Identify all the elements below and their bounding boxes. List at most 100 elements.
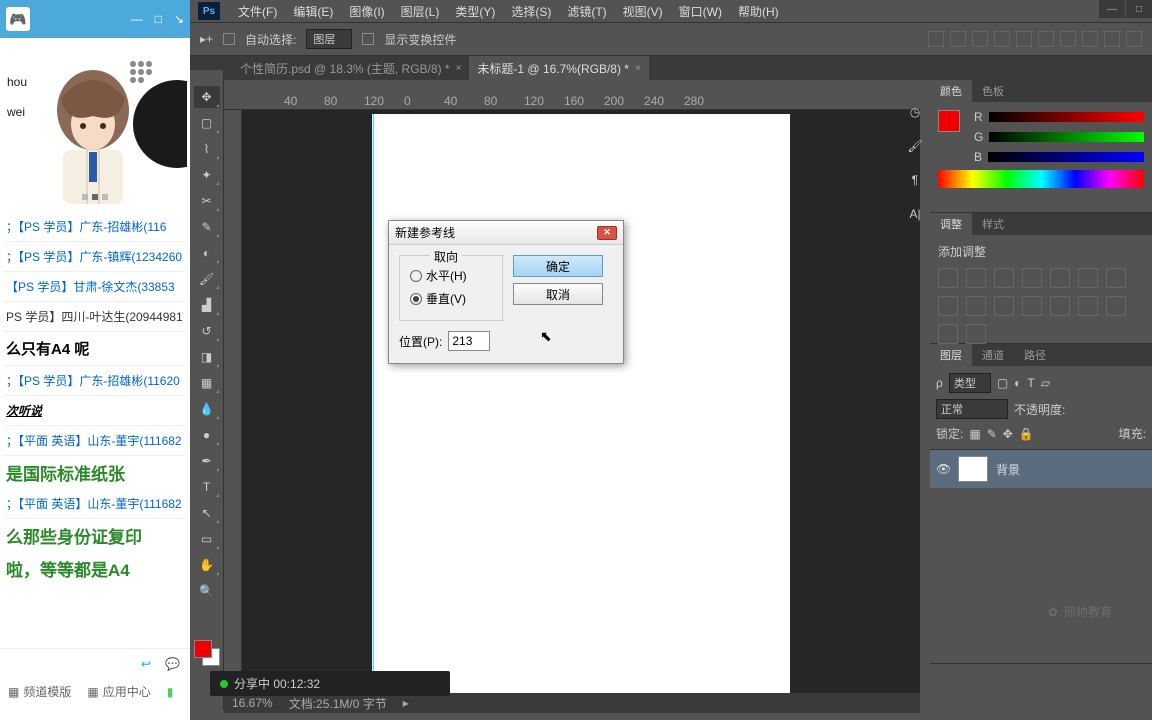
char-panel-icon[interactable]: ¶ [905,170,925,190]
adj-icon[interactable] [1050,296,1070,316]
align-icon[interactable] [972,31,988,47]
vertical-guide[interactable] [373,114,374,699]
blur-tool[interactable]: 💧 [194,398,220,420]
chat-icon[interactable]: 💬 [165,657,180,671]
adj-icon[interactable] [1022,268,1042,288]
layers-tab[interactable]: 图层 [930,344,972,366]
lock-position-icon[interactable]: ✎ [987,427,997,441]
marquee-tool[interactable]: ▢ [194,112,220,134]
transform-checkbox[interactable] [362,33,374,45]
visibility-icon[interactable]: 👁 [936,462,950,476]
layer-background[interactable]: 👁 背景 [930,450,1152,488]
history-icon[interactable]: ◷ [905,102,925,122]
align-icon[interactable] [928,31,944,47]
b-slider[interactable] [988,152,1144,162]
path-tool[interactable]: ↖ [194,502,220,524]
adj-icon[interactable] [966,268,986,288]
adj-icon[interactable] [938,324,958,344]
minimize-icon[interactable]: — [131,12,143,26]
status-arrow-icon[interactable]: ▸ [403,696,409,710]
foreground-color[interactable] [194,640,212,658]
position-input[interactable] [448,331,490,351]
menu-item[interactable]: 类型(Y) [447,3,503,20]
reply-icon[interactable]: ↩ [141,657,151,671]
shape-tool[interactable]: ▭ [194,528,220,550]
menu-item[interactable]: 视图(V) [615,3,671,20]
healing-tool[interactable]: ◐ [194,242,220,264]
adj-icon[interactable] [1106,268,1126,288]
lock-move-icon[interactable]: ✥ [1003,427,1013,441]
layer-select-dropdown[interactable]: 图层 [306,29,352,49]
vertical-radio[interactable] [410,293,422,305]
align-icon[interactable] [994,31,1010,47]
zoom-level[interactable]: 16.67% [232,696,273,710]
filter-shape-icon[interactable]: ▱ [1041,376,1050,390]
dodge-tool[interactable]: ● [194,424,220,446]
dialog-close-button[interactable]: ✕ [597,226,617,240]
filter-txt-icon[interactable]: T [1027,376,1034,390]
g-slider[interactable] [989,132,1144,142]
auto-select-checkbox[interactable] [223,33,235,45]
ps-minimize-button[interactable]: — [1099,0,1125,18]
adj-icon[interactable] [994,268,1014,288]
align-icon[interactable] [1104,31,1120,47]
menu-item[interactable]: 窗口(W) [671,3,730,20]
r-slider[interactable] [989,112,1144,122]
menu-item[interactable]: 滤镜(T) [559,3,614,20]
adj-icon[interactable] [938,268,958,288]
align-icon[interactable] [1082,31,1098,47]
eyedropper-tool[interactable]: ✎ [194,216,220,238]
lock-pixels-icon[interactable]: ▦ [969,427,980,441]
menu-item[interactable]: 图层(L) [393,3,448,20]
paths-tab[interactable]: 路径 [1014,344,1056,366]
channel-template-tab[interactable]: ▦ 频道模版 [8,683,71,700]
menu-item[interactable]: 帮助(H) [730,3,787,20]
align-icon[interactable] [1126,31,1142,47]
adj-icon[interactable] [966,296,986,316]
blend-mode-dropdown[interactable]: 正常 [936,399,1008,419]
tab-close-icon[interactable]: × [635,63,641,74]
app-center-tab[interactable]: ▦ 应用中心 [87,683,150,700]
horizontal-radio[interactable] [410,270,422,282]
canvas[interactable] [372,114,790,699]
crop-tool[interactable]: ✂ [194,190,220,212]
filter-adj-icon[interactable]: ◐ [1014,376,1021,390]
history-brush-tool[interactable]: ↺ [194,320,220,342]
hand-tool[interactable]: ✋ [194,554,220,576]
lasso-tool[interactable]: ⌇ [194,138,220,160]
swatches-tab[interactable]: 色板 [972,80,1014,102]
close-icon[interactable]: ↘ [174,12,184,26]
gradient-tool[interactable]: ▦ [194,372,220,394]
zoom-tool[interactable]: 🔍 [194,580,220,602]
adj-icon[interactable] [938,296,958,316]
menu-item[interactable]: 文件(F) [230,3,285,20]
adj-icon[interactable] [1078,296,1098,316]
pen-tool[interactable]: ✒ [194,450,220,472]
menu-item[interactable]: 图像(I) [341,3,392,20]
wand-tool[interactable]: ✦ [194,164,220,186]
styles-tab[interactable]: 样式 [972,213,1014,235]
document-tab[interactable]: 未标题-1 @ 16.7%(RGB/8) *× [469,56,648,80]
layer-thumbnail[interactable] [958,456,988,482]
adjustments-tab[interactable]: 调整 [930,213,972,235]
adj-icon[interactable] [966,324,986,344]
ok-button[interactable]: 确定 [513,255,603,277]
maximize-icon[interactable]: □ [155,12,162,26]
adj-icon[interactable] [994,296,1014,316]
paragraph-icon[interactable]: A| [905,204,925,224]
brush-tool[interactable]: 🖌 [194,268,220,290]
eraser-tool[interactable]: ◨ [194,346,220,368]
cancel-button[interactable]: 取消 [513,283,603,305]
type-tool[interactable]: T [194,476,220,498]
adj-icon[interactable] [1022,296,1042,316]
color-swatches[interactable] [194,640,220,666]
document-tab[interactable]: 个性简历.psd @ 18.3% (主题, RGB/8) *× [232,56,469,80]
ps-maximize-button[interactable]: □ [1126,0,1152,18]
adj-icon[interactable] [1106,296,1126,316]
brush-preset-icon[interactable]: 🖌 [905,136,925,156]
align-icon[interactable] [1038,31,1054,47]
menu-item[interactable]: 选择(S) [503,3,559,20]
filter-type-dropdown[interactable]: 类型 [949,373,991,393]
menu-item[interactable]: 编辑(E) [285,3,341,20]
tab-close-icon[interactable]: × [456,63,462,74]
